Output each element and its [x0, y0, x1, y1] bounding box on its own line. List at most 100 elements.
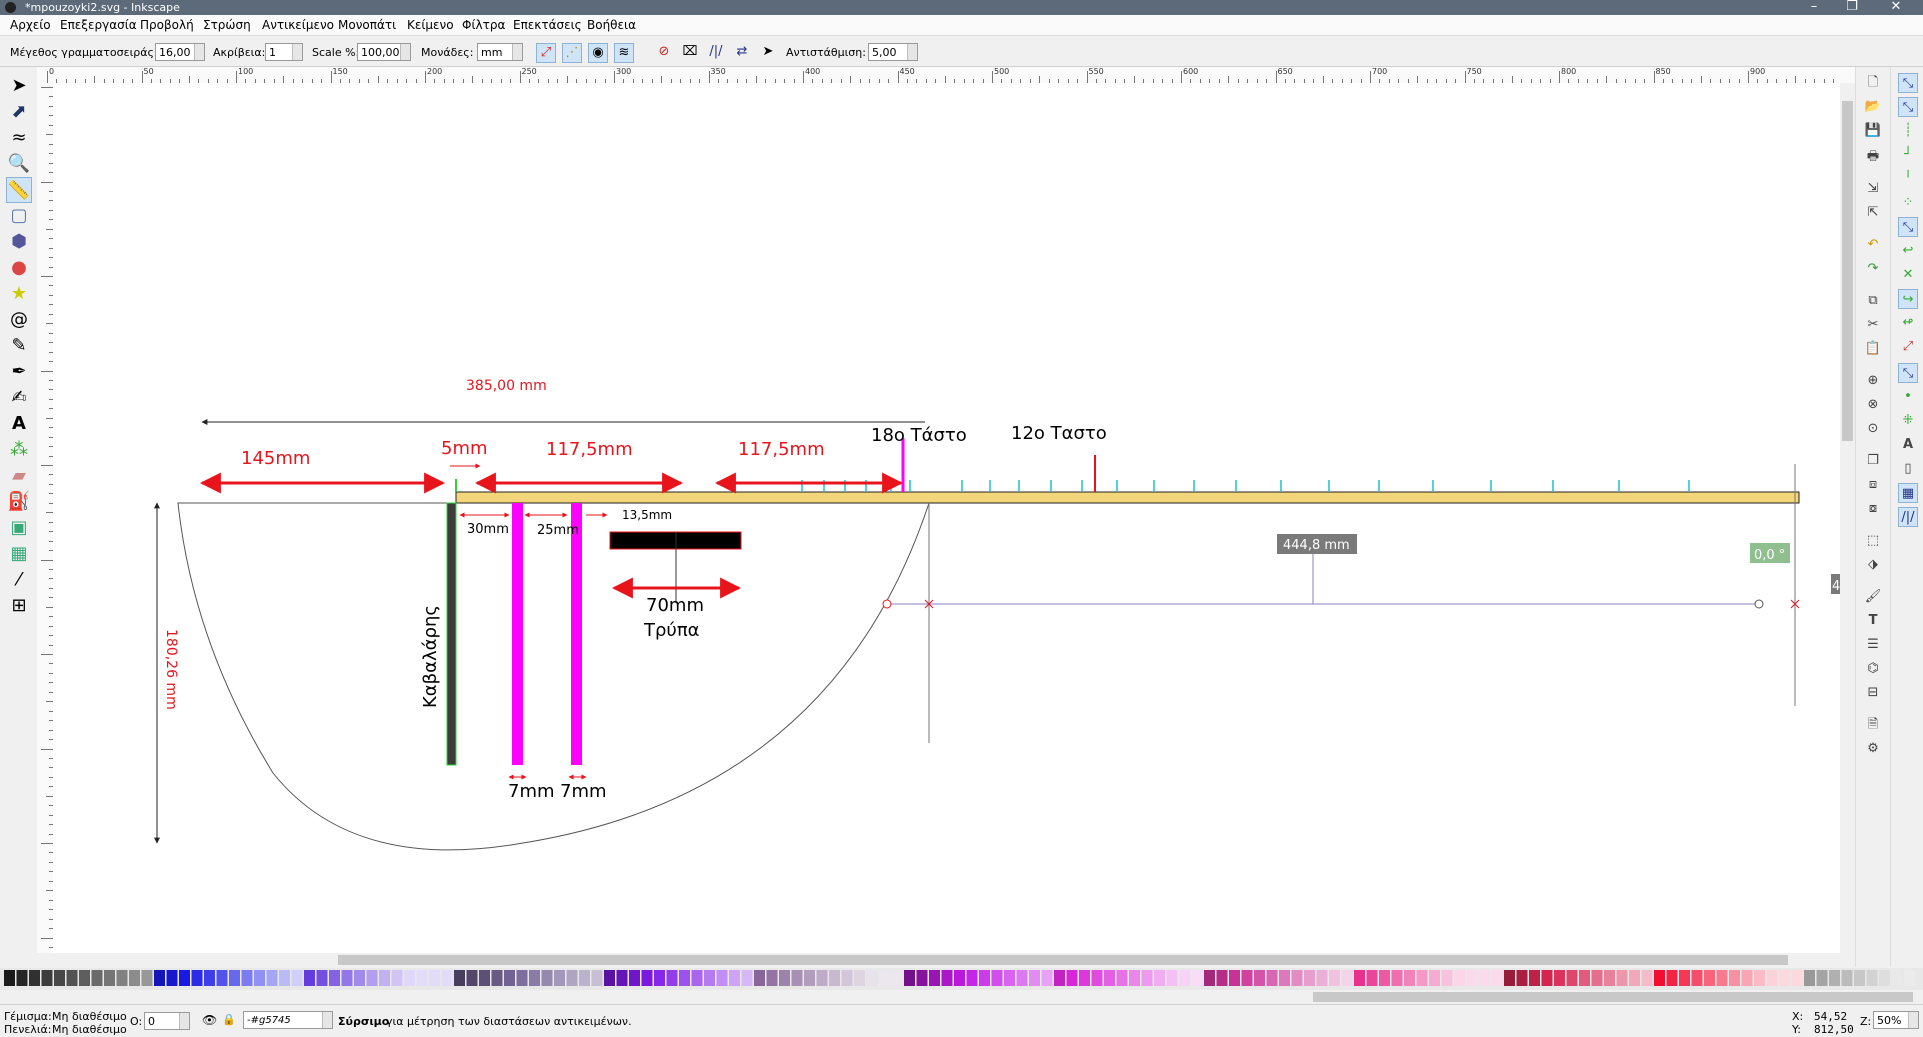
measure-between-icon[interactable]: ⤢ [536, 43, 556, 63]
color-swatch[interactable] [1466, 970, 1478, 986]
spray-icon[interactable]: ⁂ [6, 437, 32, 463]
color-swatch[interactable] [1579, 970, 1590, 986]
node-edit-icon[interactable]: ⬈ [6, 99, 32, 125]
import-icon[interactable]: ⇲ [1863, 179, 1883, 199]
color-swatch[interactable] [1591, 970, 1603, 986]
color-swatch[interactable] [1141, 970, 1153, 986]
minimize-icon[interactable]: – [1796, 0, 1832, 15]
menu-path[interactable]: Μονοπάτι [338, 18, 396, 32]
text-icon[interactable]: A [6, 411, 32, 437]
color-swatch[interactable] [741, 970, 753, 986]
color-swatch[interactable] [1266, 970, 1278, 986]
fretboard[interactable] [455, 491, 1800, 504]
tweak-icon[interactable]: ≈ [6, 125, 32, 151]
menu-text[interactable]: Κείμενο [407, 18, 454, 32]
color-swatch[interactable] [929, 970, 940, 986]
color-swatch[interactable] [1441, 970, 1453, 986]
scale-spinbox[interactable]: 100,000 [357, 43, 411, 61]
color-swatch[interactable] [454, 970, 465, 986]
color-swatch[interactable] [329, 970, 340, 986]
color-palette[interactable] [0, 968, 1923, 990]
select-arrow-icon[interactable]: ➤ [6, 73, 32, 99]
menu-extensions[interactable]: Επεκτάσεις [513, 18, 582, 32]
pen-icon[interactable]: ✒ [6, 359, 32, 385]
color-swatch[interactable] [966, 970, 978, 986]
snap-nodes-icon[interactable]: ⤡ [1898, 217, 1918, 237]
color-swatch[interactable] [1291, 970, 1303, 986]
measure-start-handle[interactable] [882, 599, 892, 609]
color-swatch[interactable] [129, 970, 140, 986]
save-icon[interactable]: 💾 [1863, 121, 1883, 141]
layer-select[interactable]: -#g5745 [243, 1011, 333, 1029]
drawing-svg[interactable]: 385,00 mm 145mm 5mm 117,5mm 117,5mm 18ο … [53, 83, 1840, 953]
color-swatch[interactable] [1416, 970, 1428, 986]
vertical-scrollbar[interactable] [1840, 83, 1855, 953]
font-size-spinbox[interactable]: 16,00 [155, 43, 205, 61]
color-swatch[interactable] [66, 970, 78, 986]
ellipse-icon[interactable]: ● [6, 255, 32, 281]
calligraphy-icon[interactable]: ✍ [6, 385, 32, 411]
color-swatch[interactable] [354, 970, 365, 986]
color-swatch[interactable] [666, 970, 678, 986]
snap-cusp-icon[interactable]: ↪ [1898, 289, 1918, 309]
color-swatch[interactable] [1241, 970, 1253, 986]
reverse-measure-icon[interactable]: ⊘ [654, 43, 674, 63]
color-swatch[interactable] [1879, 970, 1890, 986]
color-swatch[interactable] [366, 970, 378, 986]
close-icon[interactable]: ✕ [1878, 0, 1914, 15]
color-swatch[interactable] [229, 970, 240, 986]
color-swatch[interactable] [1229, 970, 1240, 986]
fill-value[interactable]: Μη διαθέσιμο [52, 1010, 127, 1023]
color-swatch[interactable] [504, 970, 515, 986]
lock-icon[interactable]: 🔒 [222, 1013, 236, 1026]
gradient-icon[interactable]: ▣ [6, 515, 32, 541]
horizontal-ruler[interactable]: 0 50 100 150 200 250 300 350 400 450 500 550 600 650 7… [37, 67, 1855, 84]
horizontal-scrollbar[interactable] [53, 953, 1855, 967]
color-swatch[interactable] [941, 970, 953, 986]
menu-object[interactable]: Αντικείμενο [262, 18, 334, 32]
star-icon[interactable]: ★ [6, 281, 32, 307]
color-swatch[interactable] [791, 970, 803, 986]
color-swatch[interactable] [554, 970, 565, 986]
vertical-ruler[interactable] [37, 83, 54, 953]
color-swatch[interactable] [516, 970, 528, 986]
color-swatch[interactable] [1004, 970, 1015, 986]
color-swatch[interactable] [1616, 970, 1628, 986]
snap-rotation-center-icon[interactable]: ⁜ [1898, 411, 1918, 431]
menu-edit[interactable]: Επεξεργασία [60, 18, 137, 32]
paste-icon[interactable]: 📋 [1863, 339, 1883, 359]
preferences-icon[interactable]: ⚙ [1863, 739, 1883, 759]
color-swatch[interactable] [1254, 970, 1265, 986]
color-swatch[interactable] [604, 970, 615, 986]
color-swatch[interactable] [1729, 970, 1740, 986]
color-swatch[interactable] [766, 970, 778, 986]
color-swatch[interactable] [1691, 970, 1703, 986]
color-swatch[interactable] [1504, 970, 1515, 986]
snap-others-icon[interactable]: ⤡ [1898, 363, 1918, 383]
color-swatch[interactable] [979, 970, 990, 986]
cut-icon[interactable]: ✂ [1863, 315, 1883, 335]
color-swatch[interactable] [1329, 970, 1340, 986]
color-swatch[interactable] [316, 970, 328, 986]
color-swatch[interactable] [1216, 970, 1228, 986]
measure-icon[interactable]: 📏 [6, 177, 32, 203]
magenta-bar-1[interactable] [512, 503, 523, 765]
color-swatch[interactable] [1054, 970, 1065, 986]
stroke-value[interactable]: Μη διαθέσιμο [52, 1023, 127, 1036]
color-swatch[interactable] [804, 970, 815, 986]
group-icon[interactable]: ⬚ [1863, 531, 1883, 551]
measure-end-handle[interactable] [1754, 599, 1764, 609]
clone-icon[interactable]: ⧈ [1863, 475, 1883, 495]
color-swatch[interactable] [379, 970, 390, 986]
color-swatch[interactable] [466, 970, 478, 986]
color-swatch[interactable] [1079, 970, 1090, 986]
color-swatch[interactable] [704, 970, 715, 986]
color-swatch[interactable] [566, 970, 578, 986]
color-swatch[interactable] [641, 970, 653, 986]
fill-stroke-icon[interactable]: 🖌 [1863, 587, 1883, 607]
duplicate-icon[interactable]: ❐ [1863, 451, 1883, 471]
snap-grid-icon[interactable]: ▦ [1898, 483, 1918, 503]
color-swatch[interactable] [1154, 970, 1165, 986]
to-guides-icon[interactable]: /|/ [706, 43, 726, 63]
color-swatch[interactable] [1816, 970, 1828, 986]
